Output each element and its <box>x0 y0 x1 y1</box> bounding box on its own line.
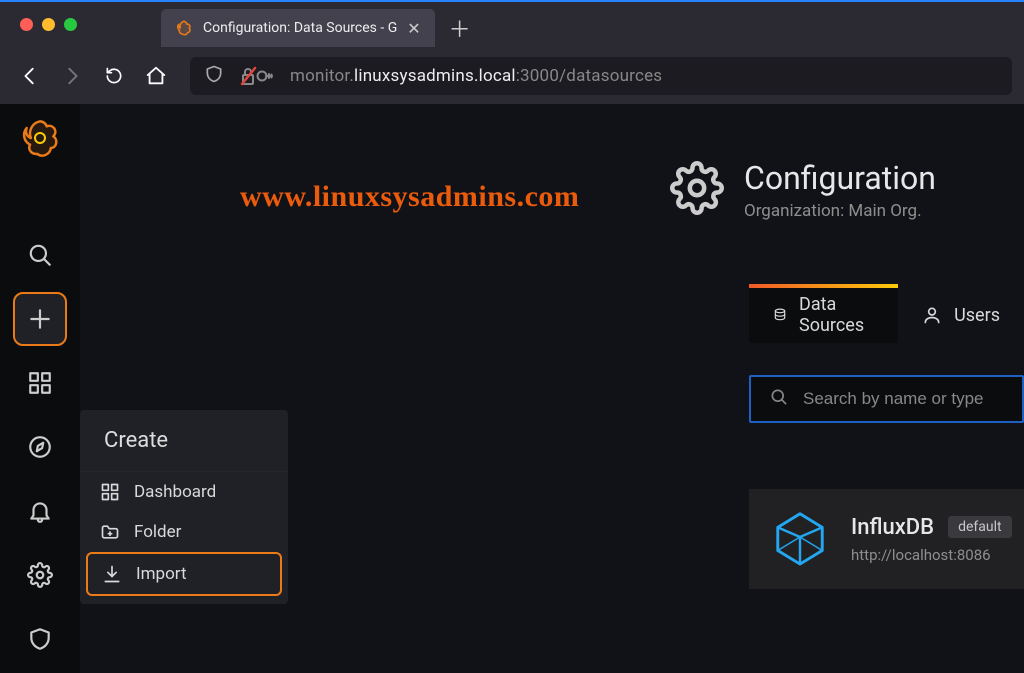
search-icon <box>769 387 789 411</box>
url-text: monitor.linuxsysadmins.local:3000/dataso… <box>290 66 662 86</box>
sidebar-explore[interactable] <box>13 420 67 474</box>
browser-toolbar: monitor.linuxsysadmins.local:3000/dataso… <box>0 47 1024 104</box>
url-bar[interactable]: monitor.linuxsysadmins.local:3000/dataso… <box>190 57 1012 95</box>
create-flyout: Create Dashboard Folder Import <box>80 410 288 604</box>
tab-data-sources-label: Data Sources <box>799 294 874 336</box>
maximize-window-button[interactable] <box>64 18 77 31</box>
database-icon <box>773 305 787 325</box>
page-title: Configuration <box>744 159 936 197</box>
sidebar-dashboards[interactable] <box>13 356 67 410</box>
window-controls <box>0 18 95 47</box>
url-path: /datasources <box>559 66 662 86</box>
sidebar-search[interactable] <box>13 228 67 282</box>
tabs-bar: Data Sources Users <box>749 287 1024 343</box>
sidebar: Create Dashboard Folder Import <box>0 104 80 673</box>
reload-button[interactable] <box>96 58 132 94</box>
search-box[interactable] <box>749 375 1024 423</box>
datasource-url: http://localhost:8086 <box>851 546 1012 564</box>
url-prefix: monitor. <box>290 66 354 86</box>
insecure-lock-icon <box>238 66 276 86</box>
home-button[interactable] <box>138 58 174 94</box>
influxdb-icon <box>771 508 829 570</box>
search-input[interactable] <box>803 389 1024 409</box>
create-import-label: Import <box>136 564 187 584</box>
new-tab-button[interactable]: ＋ <box>445 13 475 43</box>
tab-users-label: Users <box>954 305 1000 326</box>
create-folder[interactable]: Folder <box>80 512 288 552</box>
close-tab-icon[interactable]: ✕ <box>407 19 420 38</box>
forward-button[interactable] <box>54 58 90 94</box>
create-folder-label: Folder <box>134 522 181 542</box>
default-badge: default <box>948 516 1012 538</box>
grafana-favicon <box>175 19 193 37</box>
user-icon <box>922 305 942 325</box>
shield-icon <box>204 64 224 88</box>
browser-tab-strip: Configuration: Data Sources - G ✕ ＋ <box>0 0 1024 47</box>
sidebar-configuration[interactable] <box>13 548 67 602</box>
import-icon <box>102 564 122 584</box>
gear-icon <box>670 161 724 219</box>
sidebar-alerting[interactable] <box>13 484 67 538</box>
grafana-logo[interactable] <box>20 118 60 158</box>
flyout-header: Create <box>80 410 288 472</box>
create-import[interactable]: Import <box>86 552 282 596</box>
browser-tab[interactable]: Configuration: Data Sources - G ✕ <box>161 9 435 47</box>
tab-data-sources[interactable]: Data Sources <box>749 287 898 343</box>
tab-users[interactable]: Users <box>898 287 1024 343</box>
grafana-app: Create Dashboard Folder Import www.linux… <box>0 104 1024 673</box>
datasource-card[interactable]: InfluxDB default http://localhost:8086 <box>749 489 1024 589</box>
create-dashboard[interactable]: Dashboard <box>80 472 288 512</box>
minimize-window-button[interactable] <box>42 18 55 31</box>
create-dashboard-label: Dashboard <box>134 482 216 502</box>
grid-icon <box>100 482 120 502</box>
page-header: Configuration Organization: Main Org. <box>670 159 936 221</box>
url-port: :3000 <box>516 66 559 86</box>
close-window-button[interactable] <box>20 18 33 31</box>
sidebar-admin[interactable] <box>13 612 67 666</box>
sidebar-create[interactable] <box>13 292 67 346</box>
datasource-name: InfluxDB <box>851 515 934 540</box>
page-subtitle: Organization: Main Org. <box>744 201 936 221</box>
folder-plus-icon <box>100 522 120 542</box>
tab-title: Configuration: Data Sources - G <box>203 20 397 36</box>
watermark: www.linuxsysadmins.com <box>240 180 579 214</box>
datasource-meta: InfluxDB default http://localhost:8086 <box>851 515 1012 564</box>
back-button[interactable] <box>12 58 48 94</box>
search-wrap <box>749 375 1024 423</box>
url-host: linuxsysadmins.local <box>354 66 516 86</box>
